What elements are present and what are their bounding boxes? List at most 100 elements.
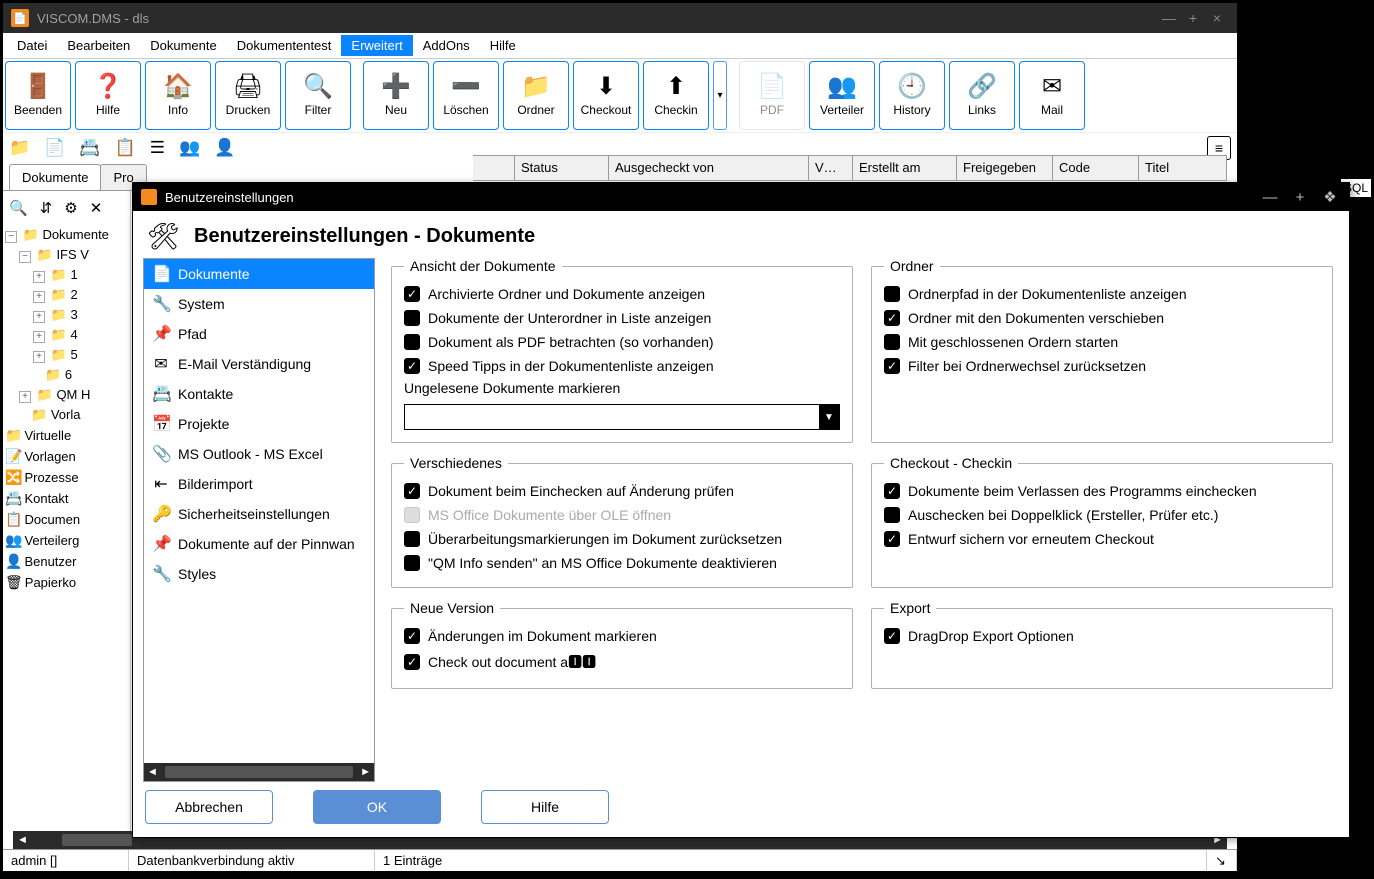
checkbox-option[interactable]: Check out document a🅸🅸 (404, 648, 840, 676)
settings-nav-system[interactable]: 🔧System (144, 289, 374, 319)
tree-item[interactable]: + 📁 2 (5, 285, 128, 305)
menu-dokumente[interactable]: Dokumente (140, 35, 226, 56)
checkbox-option[interactable]: Archivierte Ordner und Dokumente anzeige… (404, 282, 840, 306)
status-resize-icon[interactable]: ↘ (1207, 850, 1237, 871)
toolbar-filter-button[interactable]: 🔍Filter (285, 61, 351, 130)
checkbox-option[interactable]: DragDrop Export Optionen (884, 624, 1320, 648)
doc-icon[interactable]: 📄 (44, 138, 65, 158)
chevron-down-icon[interactable]: ▼ (819, 405, 839, 429)
contacts-icon[interactable]: 📇 (79, 138, 100, 158)
col-titel[interactable]: Titel (1139, 156, 1227, 180)
checkbox-option[interactable]: Dokument beim Einchecken auf Änderung pr… (404, 479, 840, 503)
tree-search-icon[interactable]: 🔍 (9, 199, 28, 217)
cancel-button[interactable]: Abbrechen (145, 790, 273, 824)
checkbox-option[interactable]: Ordnerpfad in der Dokumentenliste anzeig… (884, 282, 1320, 306)
tree-item[interactable]: 📝Vorlagen (5, 446, 128, 467)
menu-bearbeiten[interactable]: Bearbeiten (57, 35, 140, 56)
settings-nav-bilderimport[interactable]: ⇤Bilderimport (144, 469, 374, 499)
settings-nav-dokumente-auf-der-pinnwan[interactable]: 📌Dokumente auf der Pinnwan (144, 529, 374, 559)
checkbox-option[interactable]: Filter bei Ordnerwechsel zurücksetzen (884, 354, 1320, 378)
tree-item[interactable]: 👤Benutzer (5, 551, 128, 572)
checkbox-option[interactable]: Überarbeitungsmarkierungen im Dokument z… (404, 527, 840, 551)
toolbar-history-button[interactable]: 🕘History (879, 61, 945, 130)
clipboard-icon[interactable]: 📋 (115, 138, 136, 158)
toolbar-checkout-button[interactable]: ⬇Checkout (573, 61, 639, 130)
ok-button[interactable]: OK (313, 790, 441, 824)
settings-nav-projekte[interactable]: 📅Projekte (144, 409, 374, 439)
help-button[interactable]: Hilfe (481, 790, 609, 824)
toolbar-verteiler-button[interactable]: 👥Verteiler (809, 61, 875, 130)
tree-root[interactable]: − 📁 Dokumente (5, 225, 128, 245)
checkbox-option[interactable]: Änderungen im Dokument markieren (404, 624, 840, 648)
toolbar-info-button[interactable]: 🏠Info (145, 61, 211, 130)
checkbox-option[interactable]: Entwurf sichern vor erneutem Checkout (884, 527, 1320, 551)
col-code[interactable]: Code (1053, 156, 1139, 180)
checkbox-option[interactable]: Auschecken bei Doppelklick (Ersteller, P… (884, 503, 1320, 527)
toolbar-neu-button[interactable]: ➕Neu (363, 61, 429, 130)
tree-item[interactable]: + 📁 QM H (5, 385, 128, 405)
tree-item[interactable]: + 📁 1 (5, 265, 128, 285)
tree-item[interactable]: 🗑Papierko (5, 572, 128, 593)
menu-dokumententest[interactable]: Dokumententest (227, 35, 342, 56)
menu-datei[interactable]: Datei (7, 35, 57, 56)
menu-addons[interactable]: AddOns (413, 35, 480, 56)
col-checkedout[interactable]: Ausgecheckt von (609, 156, 809, 180)
checkbox-option[interactable]: Speed Tipps in der Dokumentenliste anzei… (404, 354, 840, 378)
settings-nav-styles[interactable]: 🔧Styles (144, 559, 374, 589)
unread-combo-input[interactable] (405, 405, 819, 429)
toolbar-checkin-button[interactable]: ⬆Checkin (643, 61, 709, 130)
tree-item[interactable]: − 📁 IFS V (5, 245, 128, 265)
minimize-button[interactable]: — (1157, 6, 1181, 30)
tree-x-icon[interactable]: ✕ (90, 199, 103, 217)
dialog-min-button[interactable]: — (1259, 189, 1281, 206)
close-button[interactable]: × (1205, 6, 1229, 30)
tree-item[interactable]: 📁Virtuelle (5, 425, 128, 446)
tree-item[interactable]: 📋Documen (5, 509, 128, 530)
tab-dokumente[interactable]: Dokumente (9, 164, 101, 190)
tree-item[interactable]: 📇Kontakt (5, 488, 128, 509)
tree-item[interactable]: 👥Verteilerg (5, 530, 128, 551)
toolbar-beenden-button[interactable]: 🚪Beenden (5, 61, 71, 130)
checkbox-option[interactable]: Dokument als PDF betrachten (so vorhande… (404, 330, 840, 354)
checkbox-option[interactable]: Ordner mit den Dokumenten verschieben (884, 306, 1320, 330)
settings-nav-ms-outlook-ms-excel[interactable]: 📎MS Outlook - MS Excel (144, 439, 374, 469)
tree-item[interactable]: 📁 Vorla (5, 405, 128, 425)
dialog-max-button[interactable]: + (1289, 189, 1311, 206)
nav-scrollbar[interactable]: ◄► (144, 763, 374, 781)
folder-icon[interactable]: 📁 (9, 138, 30, 158)
col-blank[interactable] (473, 156, 515, 180)
dialog-close-button[interactable]: ❖ (1319, 188, 1341, 206)
tree-expand-icon[interactable]: ⇵ (40, 199, 53, 217)
user-icon[interactable]: 👤 (214, 138, 235, 158)
unread-combo[interactable]: ▼ (404, 404, 840, 430)
settings-nav-dokumente[interactable]: 📄Dokumente (144, 259, 374, 289)
toolbar-dropdown[interactable]: ▾ (713, 61, 727, 130)
toolbar-ordner-button[interactable]: 📁Ordner (503, 61, 569, 130)
users-icon[interactable]: 👥 (179, 138, 200, 158)
tree-gear-icon[interactable]: ⚙ (64, 199, 77, 217)
tree-item[interactable]: + 📁 5 (5, 345, 128, 365)
toolbar-löschen-button[interactable]: ➖Löschen (433, 61, 499, 130)
col-freigegeben[interactable]: Freigegeben (957, 156, 1053, 180)
col-status[interactable]: Status (515, 156, 609, 180)
menu-erweitert[interactable]: Erweitert (341, 35, 412, 56)
menu-hilfe[interactable]: Hilfe (480, 35, 526, 56)
col-erstellt[interactable]: Erstellt am (853, 156, 957, 180)
toolbar-drucken-button[interactable]: 🖨Drucken (215, 61, 281, 130)
checkbox-option[interactable]: Mit geschlossenen Ordern starten (884, 330, 1320, 354)
settings-nav-pfad[interactable]: 📌Pfad (144, 319, 374, 349)
tree-item[interactable]: + 📁 4 (5, 325, 128, 345)
checkbox-option[interactable]: Dokumente der Unterordner in Liste anzei… (404, 306, 840, 330)
tree-item[interactable]: + 📁 3 (5, 305, 128, 325)
maximize-button[interactable]: + (1181, 6, 1205, 30)
checkbox-option[interactable]: "QM Info senden" an MS Office Dokumente … (404, 551, 840, 575)
tree-item[interactable]: 📁 6 (5, 365, 128, 385)
list-icon[interactable]: ☰ (150, 138, 165, 158)
toolbar-hilfe-button[interactable]: ❓Hilfe (75, 61, 141, 130)
toolbar-mail-button[interactable]: ✉Mail (1019, 61, 1085, 130)
col-v[interactable]: V… (809, 156, 853, 180)
toolbar-links-button[interactable]: 🔗Links (949, 61, 1015, 130)
settings-nav-sicherheitseinstellungen[interactable]: 🔑Sicherheitseinstellungen (144, 499, 374, 529)
settings-nav-e-mail-verst-ndigung[interactable]: ✉E-Mail Verständigung (144, 349, 374, 379)
checkbox-option[interactable]: Dokumente beim Verlassen des Programms e… (884, 479, 1320, 503)
